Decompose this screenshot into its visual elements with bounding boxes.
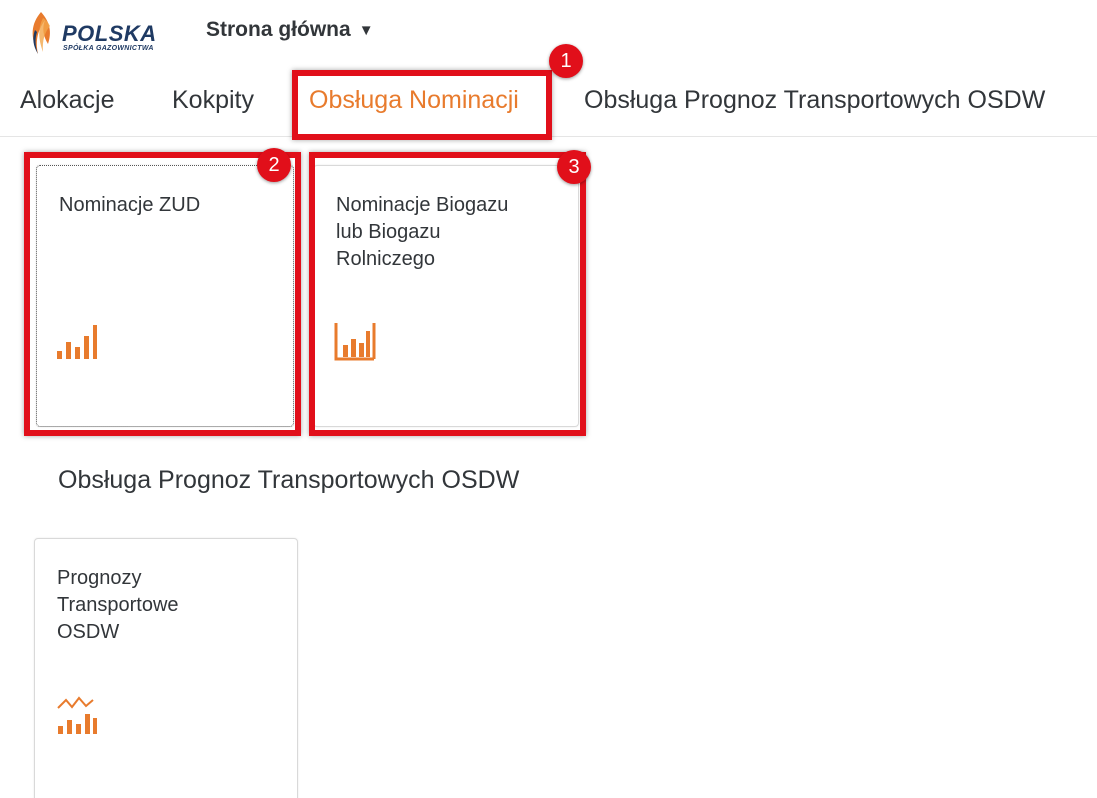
company-logo[interactable]: POLSKA SPÓŁKA GAZOWNICTWA [26,10,186,56]
step-badge-1: 1 [549,44,583,78]
trend-bar-chart-icon [57,696,97,734]
launchpad-page: POLSKA SPÓŁKA GAZOWNICTWA Strona główna … [0,0,1097,798]
home-menu-label: Strona główna [206,18,351,41]
tile-prognozy-transportowe[interactable]: Prognozy Transportowe OSDW [34,538,298,798]
highlight-box-1 [292,70,552,140]
logo-text: POLSKA [62,21,157,46]
flame-icon [32,12,50,54]
tile-title: Prognozy Transportowe OSDW [57,567,179,643]
section-title: Obsługa Prognoz Transportowych OSDW [58,466,520,494]
logo-subtext: SPÓŁKA GAZOWNICTWA [63,45,154,52]
step-badge-2: 2 [257,148,291,182]
highlight-box-2 [24,152,301,436]
home-menu-button[interactable]: Strona główna ▼ [206,18,374,42]
shell-header: POLSKA SPÓŁKA GAZOWNICTWA Strona główna … [0,0,1097,62]
tab-obsluga-prognoz[interactable]: Obsługa Prognoz Transportowych OSDW [584,86,1045,115]
highlight-box-3 [309,152,586,436]
step-badge-3: 3 [557,150,591,184]
tab-alokacje[interactable]: Alokacje [20,86,115,115]
tab-kokpity[interactable]: Kokpity [172,86,254,115]
caret-down-icon: ▼ [358,21,374,39]
